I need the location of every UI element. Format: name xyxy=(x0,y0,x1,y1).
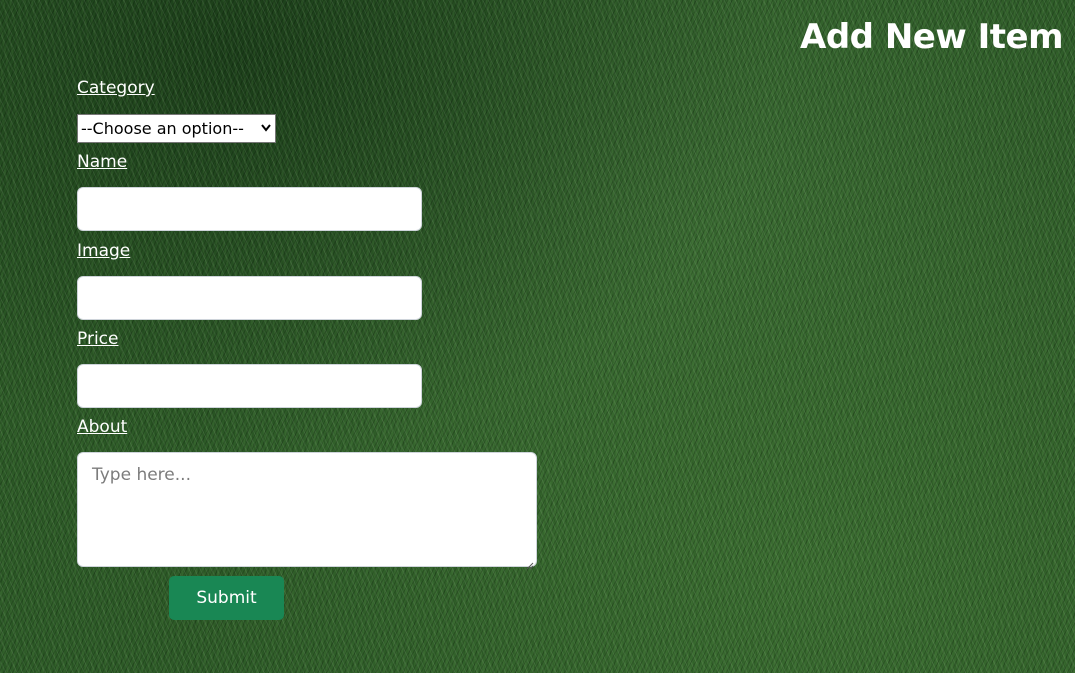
page-title: Add New Item xyxy=(800,17,1063,57)
chevron-down-icon xyxy=(261,115,271,142)
category-label: Category xyxy=(77,78,155,98)
price-input[interactable] xyxy=(77,364,422,408)
about-label: About xyxy=(77,417,128,437)
price-label: Price xyxy=(77,329,119,349)
name-label: Name xyxy=(77,152,128,172)
about-placeholder: Type here... xyxy=(92,465,191,485)
category-select-value: --Choose an option-- xyxy=(81,119,244,138)
submit-button[interactable]: Submit xyxy=(169,576,284,620)
about-textarea[interactable]: Type here... xyxy=(77,452,537,570)
image-label: Image xyxy=(77,241,131,261)
name-input[interactable] xyxy=(77,187,422,231)
image-input[interactable] xyxy=(77,276,422,320)
resize-handle-icon[interactable] xyxy=(525,555,534,570)
category-select[interactable]: --Choose an option-- xyxy=(77,114,276,143)
